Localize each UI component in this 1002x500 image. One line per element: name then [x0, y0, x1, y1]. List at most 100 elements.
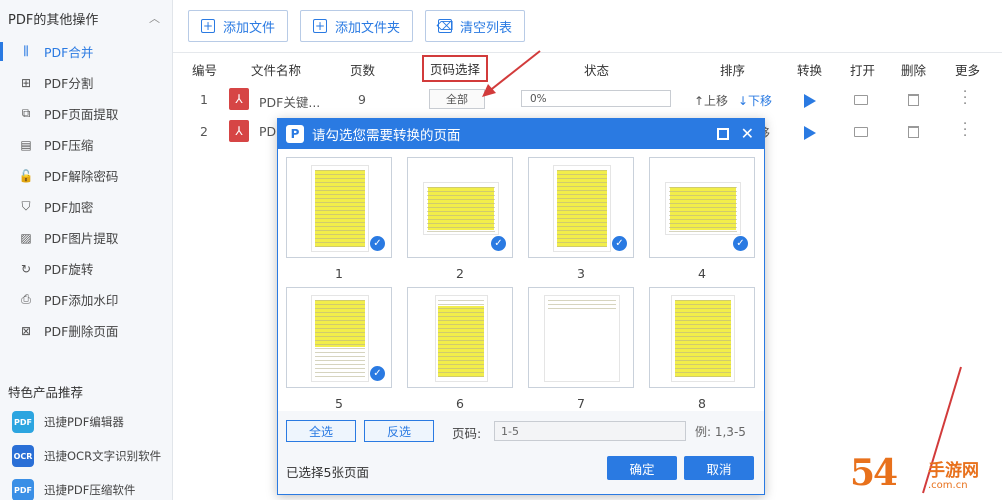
- watermark-domain: .com.cn: [928, 480, 968, 491]
- page-number: 7: [577, 396, 585, 411]
- invert-selection-button[interactable]: 反选: [364, 420, 434, 442]
- pdf-file-icon: ⅄: [229, 120, 249, 142]
- checkmark-icon[interactable]: ✓: [733, 236, 748, 251]
- cancel-button[interactable]: 取消: [684, 456, 754, 480]
- select-all-button[interactable]: 全选: [286, 420, 356, 442]
- close-icon[interactable]: ✕: [741, 124, 754, 143]
- play-icon[interactable]: [804, 94, 816, 108]
- app-logo-icon: P: [286, 125, 304, 143]
- sidebar-header[interactable]: PDF的其他操作 ︿: [0, 0, 172, 36]
- row-file-name: PD: [259, 124, 277, 139]
- selected-count: 已选择5张页面: [286, 465, 369, 480]
- checkmark-icon[interactable]: ✓: [491, 236, 506, 251]
- page-thumbnail[interactable]: ✓ 4: [649, 157, 755, 281]
- folder-icon[interactable]: [854, 95, 868, 105]
- sidebar-item[interactable]: ▨ PDF图片提取: [0, 222, 172, 253]
- product-link[interactable]: OCR 迅捷OCR文字识别软件: [0, 440, 172, 472]
- shield-icon: ⛉: [21, 199, 31, 213]
- move-up-link[interactable]: ↑上移: [694, 92, 728, 109]
- pdf-file-icon: ⅄: [229, 88, 249, 110]
- thumbnail-frame[interactable]: ✓: [407, 157, 513, 258]
- sidebar-item-label: PDF解除密码: [44, 169, 119, 184]
- watermark-icon: ⎙: [21, 292, 31, 306]
- add-folder-label: 添加文件夹: [335, 20, 401, 36]
- thumbnail-frame[interactable]: [407, 287, 513, 388]
- page-thumbnail[interactable]: ✓ 5: [286, 287, 392, 411]
- page-number: 4: [698, 266, 706, 281]
- merge-icon: ⫼: [23, 44, 29, 58]
- divider: [173, 52, 1002, 53]
- thumbnail-frame[interactable]: [649, 287, 755, 388]
- page-number: 1: [335, 266, 343, 281]
- page-thumbnail[interactable]: 7: [528, 287, 634, 411]
- sidebar-item[interactable]: ⫼ PDF合并: [0, 36, 172, 67]
- checkmark-icon[interactable]: ✓: [370, 366, 385, 381]
- checkmark-icon[interactable]: ✓: [612, 236, 627, 251]
- split-icon: ⊞: [20, 75, 32, 90]
- sidebar: PDF的其他操作 ︿ ⫼ PDF合并 ⊞ PDF分割 ⧉ PDF页面提取 ▤ PDF压缩 🔓 PD…: [0, 0, 173, 500]
- sidebar-item[interactable]: ⧉ PDF页面提取: [0, 98, 172, 129]
- ok-button[interactable]: 确定: [607, 456, 677, 480]
- move-down-link[interactable]: ↓下移: [738, 92, 772, 109]
- sidebar-item-label: PDF压缩: [44, 138, 94, 153]
- thumbnail-frame[interactable]: ✓: [286, 287, 392, 388]
- delete-page-icon: ⊠: [20, 323, 32, 338]
- page-thumbnail[interactable]: ✓ 3: [528, 157, 634, 281]
- section-title: 特色产品推荐: [8, 385, 84, 400]
- sidebar-item[interactable]: ⛉ PDF加密: [0, 191, 172, 222]
- add-file-label: 添加文件: [223, 20, 276, 36]
- header-more: 更多: [955, 63, 981, 78]
- sidebar-item-label: PDF图片提取: [44, 231, 119, 246]
- trash-icon[interactable]: [908, 94, 919, 106]
- page-preview: [311, 295, 369, 382]
- play-icon[interactable]: [804, 126, 816, 140]
- product-link[interactable]: PDF 迅捷PDF编辑器: [0, 406, 172, 438]
- table-row[interactable]: 1 ⅄ PDF关键... 9 全部 0% ↑上移 ↓下移 · · ·: [173, 86, 1002, 116]
- row-file-name: PDF关键...: [259, 95, 321, 110]
- header-status: 状态: [584, 63, 610, 78]
- header-page-select: 页码选择: [422, 55, 489, 82]
- add-file-button[interactable]: + 添加文件: [188, 10, 289, 42]
- thumbnail-frame[interactable]: ✓: [528, 157, 634, 258]
- thumbnail-frame[interactable]: ✓: [286, 157, 392, 258]
- page-thumbnail[interactable]: ✓ 2: [407, 157, 513, 281]
- table-header: 编号 文件名称 页数 页码选择 状态 排序 转换 打开 删除 更多: [173, 55, 1002, 82]
- toolbar: + 添加文件 + 添加文件夹 ⌫ 清空列表: [188, 10, 526, 42]
- more-icon[interactable]: · · ·: [963, 118, 967, 143]
- sidebar-item-label: PDF添加水印: [44, 293, 119, 308]
- checkmark-icon[interactable]: ✓: [370, 236, 385, 251]
- ocr-icon: OCR: [12, 445, 34, 467]
- page-number: 6: [456, 396, 464, 411]
- header-delete: 删除: [901, 63, 927, 78]
- thumbnail-frame[interactable]: ✓: [649, 157, 755, 258]
- product-link[interactable]: PDF 迅捷PDF压缩软件: [0, 474, 172, 500]
- thumbnail-frame[interactable]: [528, 287, 634, 388]
- page-range-input[interactable]: 1-5: [494, 421, 686, 441]
- sidebar-item-label: PDF旋转: [44, 262, 94, 277]
- clear-list-button[interactable]: ⌫ 清空列表: [425, 10, 526, 42]
- sidebar-item[interactable]: ⊞ PDF分割: [0, 67, 172, 98]
- trash-icon[interactable]: [908, 126, 919, 138]
- compress-icon: ▤: [20, 137, 32, 152]
- more-icon[interactable]: · · ·: [963, 86, 967, 111]
- page-number: 2: [456, 266, 464, 281]
- page-preview: [434, 295, 488, 382]
- page-range-example: 例: 1,3-5: [695, 425, 746, 439]
- add-folder-button[interactable]: + 添加文件夹: [300, 10, 414, 42]
- sidebar-item[interactable]: ↻ PDF旋转: [0, 253, 172, 284]
- page-thumbnail[interactable]: ✓ 1: [286, 157, 392, 281]
- sidebar-item[interactable]: 🔓 PDF解除密码: [0, 160, 172, 191]
- page-select-button[interactable]: 全部: [429, 89, 485, 109]
- folder-icon[interactable]: [854, 127, 868, 137]
- sidebar-item[interactable]: ⊠ PDF删除页面: [0, 315, 172, 346]
- maximize-icon[interactable]: [717, 128, 729, 140]
- sidebar-item[interactable]: ⎙ PDF添加水印: [0, 284, 172, 315]
- page-thumbnail[interactable]: 8: [649, 287, 755, 411]
- unlock-icon: 🔓: [18, 168, 34, 183]
- header-open: 打开: [850, 63, 876, 78]
- chevron-up-icon[interactable]: ︿: [149, 10, 160, 26]
- sidebar-item-label: PDF页面提取: [44, 107, 119, 122]
- header-convert: 转换: [797, 63, 823, 78]
- page-thumbnail[interactable]: 6: [407, 287, 513, 411]
- sidebar-item[interactable]: ▤ PDF压缩: [0, 129, 172, 160]
